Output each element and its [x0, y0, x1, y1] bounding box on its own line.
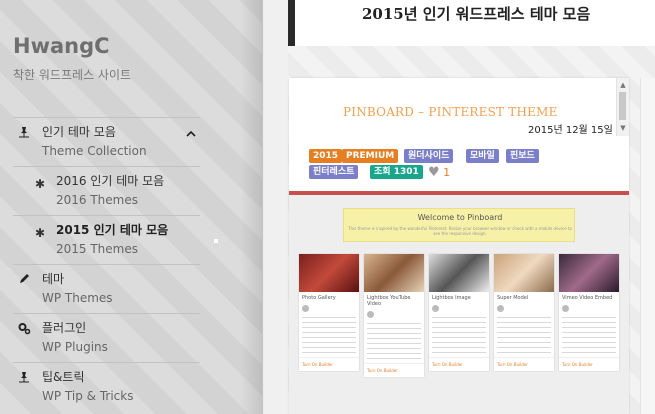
pin-icon: [17, 371, 31, 385]
sidebar-item-label: 인기 테마 모음: [42, 125, 116, 139]
post-title[interactable]: PINBOARD – PINTEREST THEME: [343, 105, 558, 119]
avatar: [562, 305, 569, 312]
sidebar-item-2016-themes[interactable]: ✱ 2016 인기 테마 모음 2016 Themes: [13, 166, 200, 215]
preview-pin: Lightbox YouTube Video Turn On Builder: [364, 254, 424, 377]
tag-2015[interactable]: 2015: [309, 149, 343, 163]
chevron-up-icon[interactable]: [186, 127, 196, 141]
pin-icon: [17, 126, 31, 140]
pin-thumbnail: [494, 254, 554, 292]
page-title: 2015년 인기 워드프레스 테마 모음: [362, 5, 591, 23]
avatar: [367, 311, 374, 318]
scroll-down-arrow-icon[interactable]: ▼: [617, 123, 629, 133]
asterisk-icon: ✱: [34, 226, 46, 240]
like-counter[interactable]: ♥ 1: [428, 165, 450, 180]
sidebar-item-wp-plugins[interactable]: 플러그인 WP Plugins: [13, 313, 200, 362]
avatar: [497, 305, 504, 312]
sidebar-item-sublabel: WP Plugins: [42, 340, 108, 354]
preview-pin: Vimeo Video Embed Turn On Builder: [559, 254, 619, 371]
sidebar-item-theme-collection[interactable]: 인기 테마 모음 Theme Collection: [13, 117, 200, 166]
pin-title: Lightbox Image: [432, 295, 471, 301]
sidebar-item-tips-tricks[interactable]: 팁&트릭 WP Tip & Tricks: [13, 362, 200, 411]
sidebar-menu: 인기 테마 모음 Theme Collection ✱ 2016 인기 테마 모…: [13, 117, 200, 411]
pin-thumbnail: [429, 254, 489, 292]
avatar: [302, 305, 309, 312]
view-count-badge: 조회 1301: [370, 165, 423, 179]
preview-banner: Welcome to Pinboard This theme is inspir…: [343, 208, 575, 242]
site-tagline: 착한 워드프레스 사이트: [13, 68, 132, 82]
sidebar-item-sublabel: Theme Collection: [42, 144, 147, 158]
sidebar-item-2015-themes[interactable]: ✱ 2015 인기 테마 모음 2015 Themes: [13, 215, 200, 264]
tag-wondersite[interactable]: 원더사이드: [404, 149, 454, 163]
tag-pinboard[interactable]: 핀보드: [506, 149, 539, 163]
preview-pin: Photo Gallery Turn On Builder: [299, 254, 359, 371]
pencil-icon: [17, 273, 31, 287]
tag-mobile[interactable]: 모바일: [466, 149, 499, 163]
preview-banner-title: Welcome to Pinboard: [417, 213, 503, 222]
post-date: 2015년 12월 15일: [528, 125, 613, 136]
pin-text: [432, 317, 486, 357]
sidebar-item-sublabel: 2016 Themes: [56, 193, 138, 207]
pin-footer: Turn On Builder: [429, 357, 489, 371]
pin-thumbnail: [299, 254, 359, 292]
pin-text: [562, 317, 616, 357]
sidebar-item-sublabel: 2015 Themes: [56, 242, 138, 256]
sidebar-item-label: 2015 인기 테마 모음: [56, 223, 169, 237]
theme-preview-image[interactable]: Welcome to Pinboard This theme is inspir…: [289, 191, 629, 414]
sidebar-item-label: 플러그인: [42, 321, 87, 335]
pin-title: Super Model: [497, 295, 529, 301]
scrollbar-thumb[interactable]: [619, 92, 626, 120]
pin-footer: Turn On Builder: [559, 357, 619, 371]
next-card-edge: [640, 78, 655, 414]
pin-footer: Turn On Builder: [364, 363, 424, 377]
pin-text: [497, 317, 551, 357]
like-count: 1: [443, 166, 451, 179]
tag-pinterest[interactable]: 핀터레스트: [309, 165, 359, 179]
pin-thumbnail: [559, 254, 619, 292]
gears-icon: [17, 322, 31, 336]
header-accent-bar: [288, 0, 295, 46]
preview-pin: Super Model Turn On Builder: [494, 254, 554, 371]
sidebar-item-label: 팁&트릭: [42, 370, 85, 384]
pin-thumbnail: [364, 254, 424, 292]
preview-pin: Lightbox Image Turn On Builder: [429, 254, 489, 371]
site-title[interactable]: HwangC: [13, 34, 110, 58]
sidebar-item-label: 테마: [42, 272, 65, 286]
preview-topbar: [289, 191, 629, 195]
pin-footer: Turn On Builder: [299, 357, 359, 371]
sidebar-item-sublabel: WP Themes: [42, 291, 113, 305]
pin-text: [367, 323, 421, 363]
pin-title: Lightbox YouTube Video: [367, 295, 411, 307]
pin-text: [302, 317, 356, 357]
scroll-up-arrow-icon[interactable]: ▲: [617, 80, 629, 90]
sidebar: HwangC 착한 워드프레스 사이트 인기 테마 모음 Theme Colle…: [0, 0, 263, 414]
sidebar-item-wp-themes[interactable]: 테마 WP Themes: [13, 264, 200, 313]
sidebar-item-label: 2016 인기 테마 모음: [56, 174, 165, 188]
pin-footer: Turn On Builder: [494, 357, 554, 371]
tag-premium[interactable]: PREMIUM: [342, 149, 399, 163]
pin-title: Photo Gallery: [302, 295, 336, 301]
decorative-dot: [214, 239, 218, 243]
avatar: [432, 305, 439, 312]
preview-banner-subtitle: This theme is inspired by the wonderful …: [348, 226, 572, 236]
heart-icon: ♥: [428, 165, 440, 180]
pin-title: Vimeo Video Embed: [562, 295, 613, 301]
sidebar-item-sublabel: WP Tip & Tricks: [42, 389, 134, 403]
asterisk-icon: ✱: [34, 177, 46, 191]
